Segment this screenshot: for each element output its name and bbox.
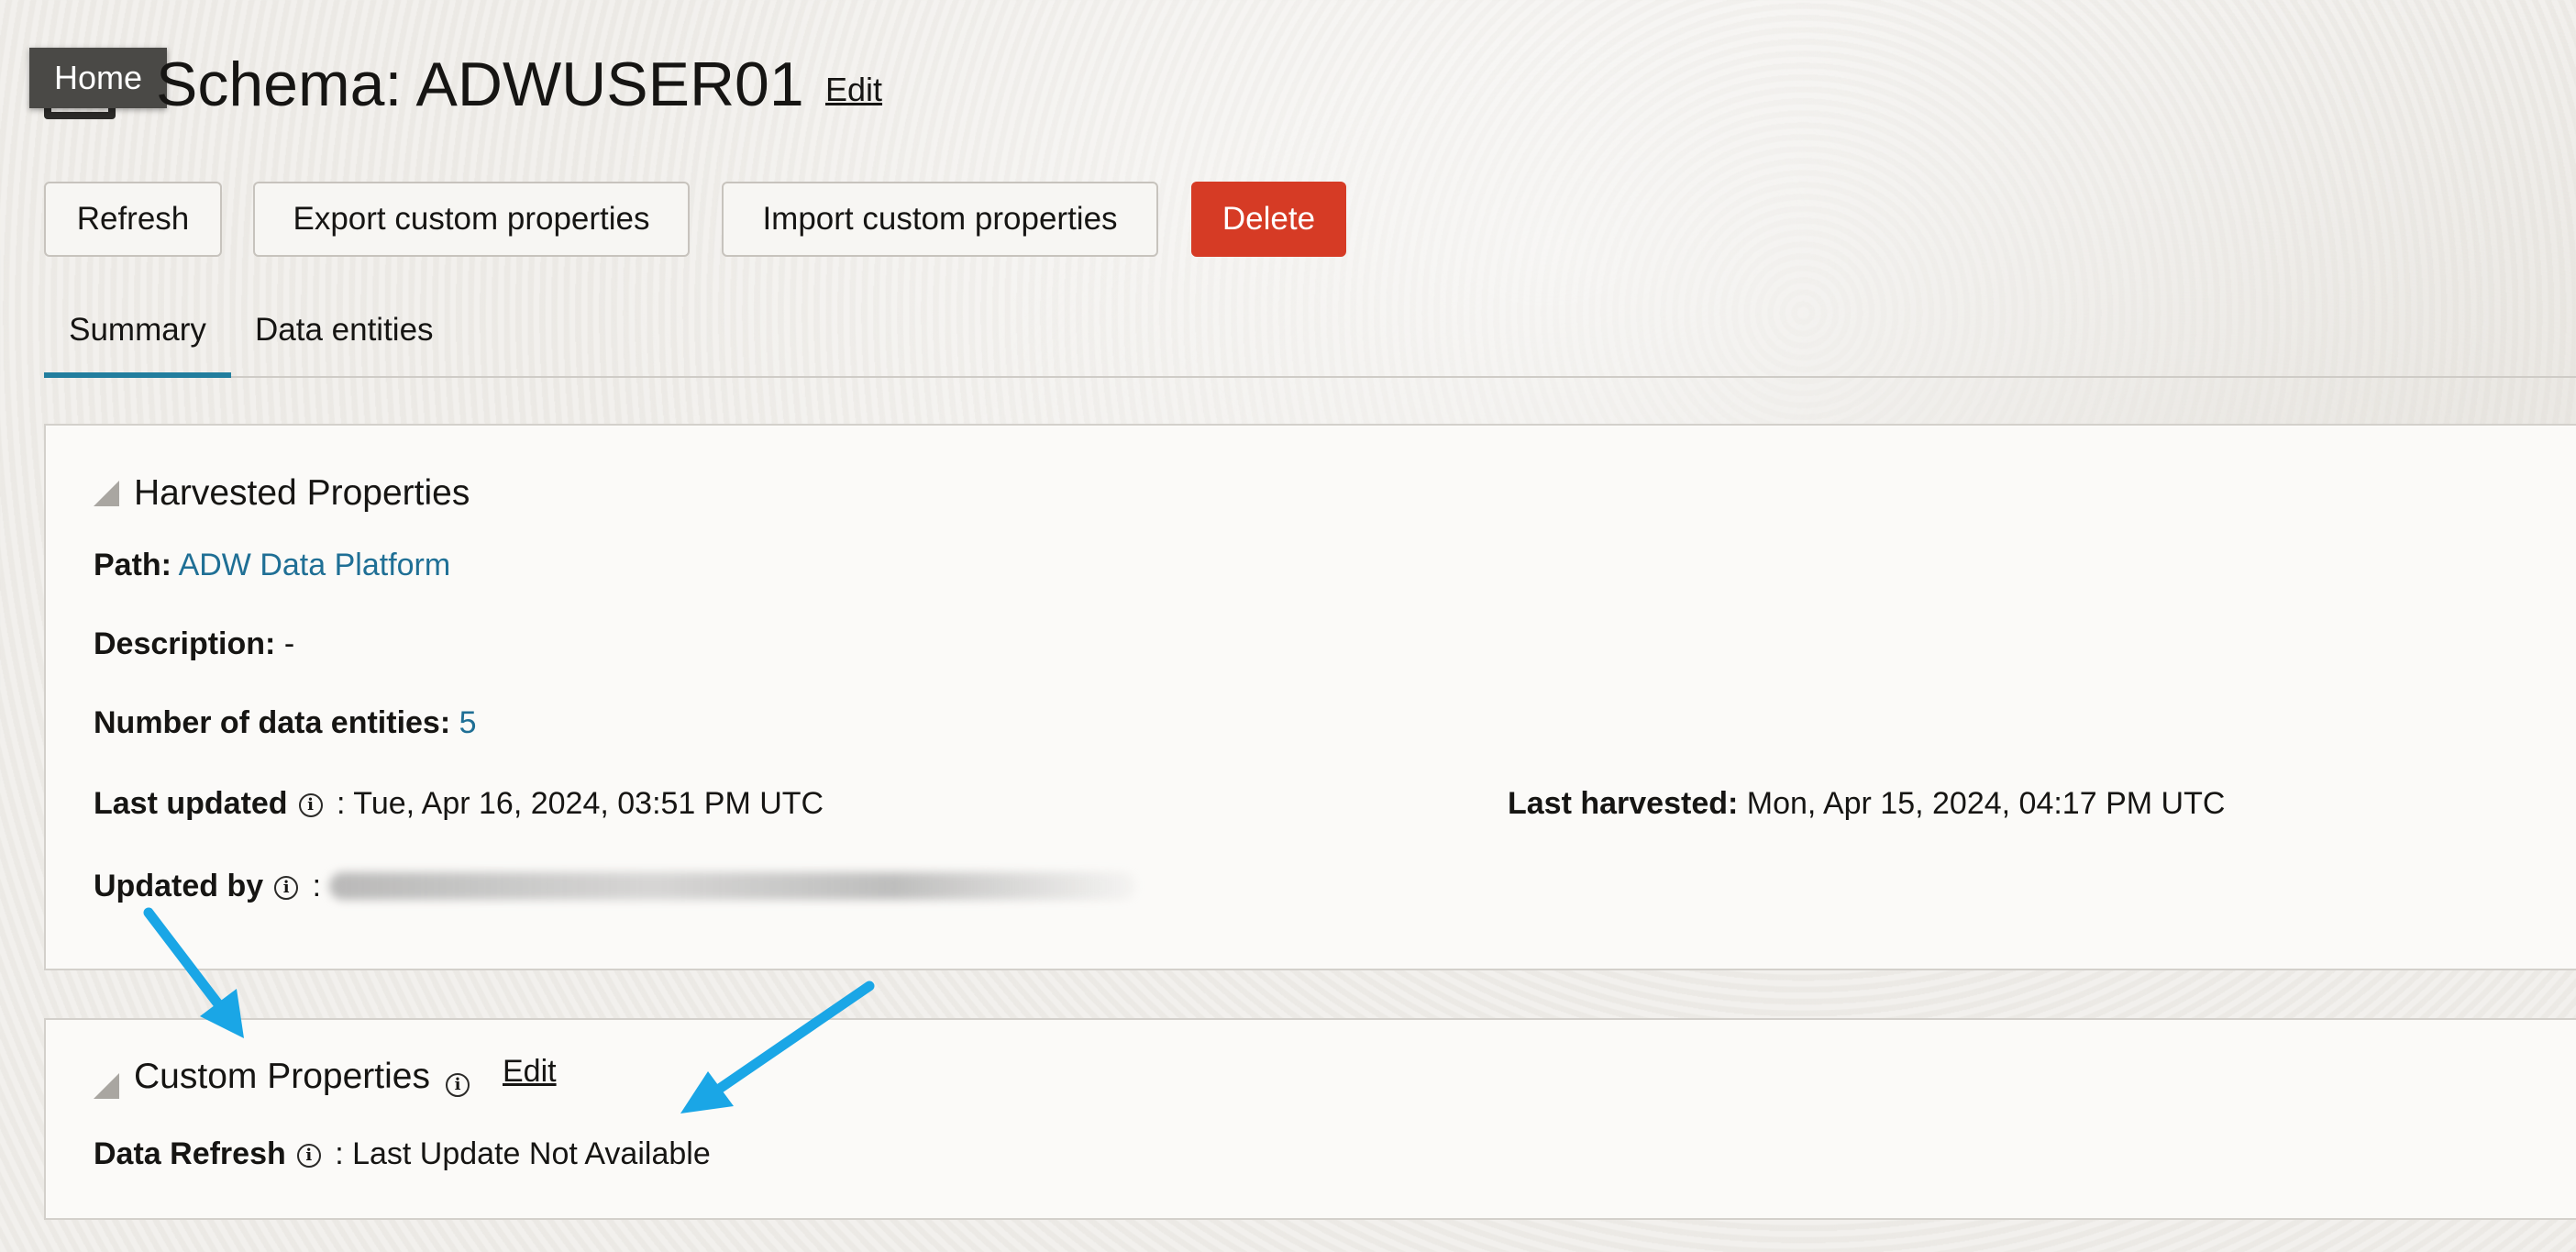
last-harvested-row: Last harvested: Mon, Apr 15, 2024, 04:17… [1508,783,2225,824]
info-icon[interactable]: i [274,876,299,900]
info-icon[interactable]: i [446,1073,470,1097]
custom-properties-title: Custom Properties [134,1057,430,1096]
description-label: Description: [94,626,276,661]
collapse-triangle-icon[interactable] [94,481,119,506]
last-updated-value: : Tue, Apr 16, 2024, 03:51 PM UTC [337,786,824,821]
last-updated-label: Last updated [94,786,288,821]
tab-summary[interactable]: Summary [44,303,231,378]
harvested-properties-panel: Harvested Properties Path: ADW Data Plat… [44,424,2576,970]
page-title: Schema: ADWUSER01 [156,50,804,119]
import-custom-properties-button[interactable]: Import custom properties [722,182,1158,257]
path-label: Path: [94,548,171,582]
data-entities-count-label: Number of data entities: [94,705,451,740]
data-refresh-row: Data Refresh i : Last Update Not Availabl… [94,1134,711,1174]
data-refresh-label: Data Refresh [94,1136,286,1171]
info-icon[interactable]: i [296,1144,321,1168]
description-value: - [283,626,295,661]
data-entities-count-row: Number of data entities: 5 [94,703,477,743]
updated-by-separator: : [312,869,322,903]
custom-properties-edit-link[interactable]: Edit [503,1051,557,1091]
refresh-button[interactable]: Refresh [44,182,222,257]
tab-bar: Summary Data entities [44,284,2576,378]
custom-properties-panel: Custom Properties i Edit Data Refresh i :… [44,1018,2576,1220]
last-updated-row: Last updated i : Tue, Apr 16, 2024, 03:51… [94,783,824,824]
title-edit-link[interactable]: Edit [825,70,882,110]
description-row: Description: - [94,624,294,664]
last-harvested-value: Mon, Apr 15, 2024, 04:17 PM UTC [1746,786,2226,821]
home-tooltip: Home [29,48,167,108]
tab-data-entities[interactable]: Data entities [255,303,475,376]
path-row: Path: ADW Data Platform [94,545,450,585]
data-refresh-value: : Last Update Not Available [335,1136,711,1171]
harvested-properties-title: Harvested Properties [134,473,470,513]
collapse-triangle-icon[interactable] [94,1073,119,1099]
updated-by-label: Updated by [94,869,264,903]
delete-button[interactable]: Delete [1191,182,1346,257]
data-entities-count-link[interactable]: 5 [459,705,477,740]
last-harvested-label: Last harvested: [1508,786,1739,821]
updated-by-row: Updated by i : [94,866,1137,906]
info-icon[interactable]: i [298,793,323,817]
redacted-user-value [329,872,1137,900]
export-custom-properties-button[interactable]: Export custom properties [253,182,690,257]
path-link[interactable]: ADW Data Platform [179,548,451,582]
